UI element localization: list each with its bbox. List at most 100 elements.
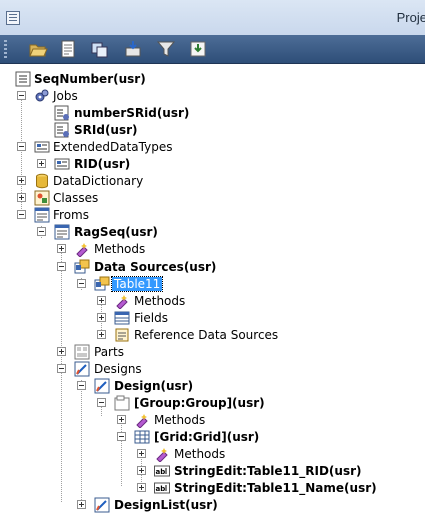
project-tree[interactable]: SeqNumber(usr) Jobs numberSRid(usr) SRId… xyxy=(0,64,425,513)
expand-toggle[interactable] xyxy=(137,449,146,458)
tree-node-data-sources[interactable]: Data Sources(usr) xyxy=(0,258,425,275)
import-icon[interactable] xyxy=(188,39,208,59)
collapse-toggle[interactable] xyxy=(77,279,86,288)
reference-data-sources-icon xyxy=(114,327,130,343)
tree-node-design[interactable]: Design(usr) xyxy=(0,377,425,394)
edt-icon xyxy=(54,156,70,172)
collapse-toggle[interactable] xyxy=(17,210,26,219)
tree-label: numberSRid(usr) xyxy=(74,106,190,120)
tree-label: ExtendedDataTypes xyxy=(53,140,173,154)
tree-node-extended-data-types[interactable]: ExtendedDataTypes xyxy=(0,138,425,155)
string-edit-icon: ab xyxy=(154,463,170,479)
window-title: Proje xyxy=(396,10,425,25)
duplicate-icon[interactable] xyxy=(90,39,110,59)
tree-label: Classes xyxy=(53,191,99,205)
tree-node-form[interactable]: RagSeq(usr) xyxy=(0,223,425,240)
classes-icon xyxy=(34,190,50,206)
tree-node-classes[interactable]: Classes xyxy=(0,189,425,206)
methods-icon xyxy=(114,293,130,309)
tree-label: [Group:Group](usr) xyxy=(134,396,265,410)
tree-node-methods[interactable]: Methods xyxy=(0,411,425,428)
svg-text:ab: ab xyxy=(156,485,166,493)
tree-node-table-selected[interactable]: Table11 xyxy=(0,275,425,292)
expand-toggle[interactable] xyxy=(57,347,66,356)
tree-label: RID(usr) xyxy=(74,157,131,171)
tree-node-parts[interactable]: Parts xyxy=(0,343,425,360)
expand-toggle[interactable] xyxy=(97,313,106,322)
window-menu-icon[interactable] xyxy=(6,11,20,25)
project-icon xyxy=(15,71,31,87)
expand-toggle[interactable] xyxy=(17,193,26,202)
tree-node-job[interactable]: SRId(usr) xyxy=(0,121,425,138)
svg-text:ab: ab xyxy=(156,468,166,476)
tree-node-data-dictionary[interactable]: DataDictionary xyxy=(0,172,425,189)
compile-icon[interactable] xyxy=(123,39,143,59)
tree-label: Methods xyxy=(134,294,186,308)
methods-icon xyxy=(74,241,90,257)
design-list-icon xyxy=(94,497,110,513)
expand-toggle[interactable] xyxy=(57,244,66,253)
expand-toggle[interactable] xyxy=(97,330,106,339)
form-icon xyxy=(54,224,70,240)
design-icon xyxy=(94,378,110,394)
tree-node-root[interactable]: SeqNumber(usr) xyxy=(0,70,425,87)
methods-icon xyxy=(154,446,170,462)
collapse-toggle[interactable] xyxy=(57,262,66,271)
title-bar: Proje xyxy=(0,0,425,36)
collapse-toggle[interactable] xyxy=(17,91,26,100)
tree-node-string-edit[interactable]: ab StringEdit:Table11_RID(usr) xyxy=(0,462,425,479)
collapse-toggle[interactable] xyxy=(37,227,46,236)
string-edit-icon: ab xyxy=(154,480,170,496)
tree-label: Methods xyxy=(94,242,146,256)
tree-label: StringEdit:Table11_Name(usr) xyxy=(174,481,377,495)
collapse-toggle[interactable] xyxy=(17,142,26,151)
expand-toggle[interactable] xyxy=(117,415,126,424)
tree-label: StringEdit:Table11_RID(usr) xyxy=(174,464,362,478)
collapse-toggle[interactable] xyxy=(57,364,66,373)
tree-label: Fields xyxy=(134,311,168,325)
tree-node-methods[interactable]: Methods xyxy=(0,292,425,309)
tree-node-design-list[interactable]: DesignList(usr) xyxy=(0,496,425,513)
tree-node-group[interactable]: [Group:Group](usr) xyxy=(0,394,425,411)
properties-icon[interactable] xyxy=(58,39,78,59)
job-icon xyxy=(54,122,70,138)
tree-node-edt[interactable]: RID(usr) xyxy=(0,155,425,172)
tree-node-fields[interactable]: Fields xyxy=(0,309,425,326)
edt-icon xyxy=(34,139,50,155)
fields-icon xyxy=(114,310,130,326)
tree-label: Table11 xyxy=(110,276,164,292)
filter-icon[interactable] xyxy=(156,39,176,59)
expand-toggle[interactable] xyxy=(137,466,146,475)
expand-toggle[interactable] xyxy=(137,483,146,492)
tree-node-designs[interactable]: Designs xyxy=(0,360,425,377)
tree-label: Reference Data Sources xyxy=(134,328,279,342)
open-folder-icon[interactable] xyxy=(28,39,48,59)
tree-label: Methods xyxy=(174,447,226,461)
tree-node-forms[interactable]: Froms xyxy=(0,206,425,223)
tree-label: DataDictionary xyxy=(53,174,144,188)
tree-node-reference-data-sources[interactable]: Reference Data Sources xyxy=(0,326,425,343)
collapse-toggle[interactable] xyxy=(77,381,86,390)
expand-toggle[interactable] xyxy=(77,500,86,509)
tree-node-methods[interactable]: Methods xyxy=(0,240,425,257)
tree-node-job[interactable]: numberSRid(usr) xyxy=(0,104,425,121)
toolbar-grip[interactable] xyxy=(4,40,7,58)
forms-icon xyxy=(34,207,50,223)
data-sources-icon xyxy=(74,259,90,275)
tree-label: DesignList(usr) xyxy=(114,498,218,512)
collapse-toggle[interactable] xyxy=(117,432,126,441)
tree-label: SeqNumber(usr) xyxy=(34,72,146,86)
tree-node-grid[interactable]: [Grid:Grid](usr) xyxy=(0,428,425,445)
tree-node-jobs[interactable]: Jobs xyxy=(0,87,425,104)
tree-label: Design(usr) xyxy=(114,379,194,393)
tree-label: Jobs xyxy=(53,89,78,103)
designs-icon xyxy=(74,361,90,377)
tree-node-methods[interactable]: Methods xyxy=(0,445,425,462)
expand-toggle[interactable] xyxy=(97,296,106,305)
grid-icon xyxy=(134,429,150,445)
tree-node-string-edit[interactable]: ab StringEdit:Table11_Name(usr) xyxy=(0,479,425,496)
expand-toggle[interactable] xyxy=(37,159,46,168)
expand-toggle[interactable] xyxy=(17,176,26,185)
collapse-toggle[interactable] xyxy=(97,398,106,407)
toolbar xyxy=(0,35,425,64)
